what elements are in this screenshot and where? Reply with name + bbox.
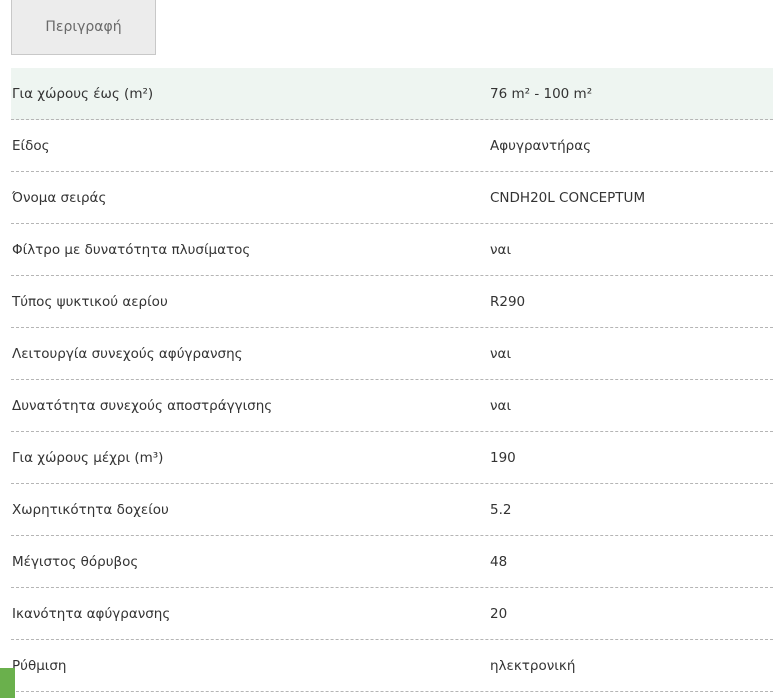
spec-label: Για χώρους έως (m²): [12, 85, 154, 102]
spec-value: ναι: [490, 241, 512, 258]
spec-value: 20: [490, 605, 508, 622]
table-row: Φίλτρο με δυνατότητα πλυσίματος ναι: [11, 224, 773, 276]
spec-value: 48: [490, 553, 508, 570]
table-row: Για χώρους έως (m²) 76 m² - 100 m²: [11, 68, 773, 120]
specifications-table: Για χώρους έως (m²) 76 m² - 100 m² Είδος…: [11, 68, 773, 692]
spec-label: Τύπος ψυκτικού αερίου: [12, 293, 168, 310]
table-row: Για χώρους μέχρι (m³) 190: [11, 432, 773, 484]
table-row: Όνομα σειράς CNDH20L CONCEPTUM: [11, 172, 773, 224]
spec-value: Αφυγραντήρας: [490, 137, 592, 154]
spec-value: ναι: [490, 397, 512, 414]
table-row: Ικανότητα αφύγρανσης 20: [11, 588, 773, 640]
table-row: Είδος Αφυγραντήρας: [11, 120, 773, 172]
spec-label: Λειτουργία συνεχούς αφύγρανσης: [12, 345, 243, 362]
spec-value: 5.2: [490, 501, 512, 518]
spec-label: Χωρητικότητα δοχείου: [12, 501, 169, 518]
spec-label: Φίλτρο με δυνατότητα πλυσίματος: [12, 241, 251, 258]
table-row: Δυνατότητα συνεχούς αποστράγγισης ναι: [11, 380, 773, 432]
table-row: Τύπος ψυκτικού αερίου R290: [11, 276, 773, 328]
spec-label: Δυνατότητα συνεχούς αποστράγγισης: [12, 397, 273, 414]
spec-label: Όνομα σειράς: [12, 189, 107, 206]
product-specs-page: Περιγραφή Για χώρους έως (m²) 76 m² - 10…: [0, 0, 774, 698]
spec-value: CNDH20L CONCEPTUM: [490, 189, 646, 206]
spec-label: Ικανότητα αφύγρανσης: [12, 605, 171, 622]
spec-value: R290: [490, 293, 526, 310]
table-row: Λειτουργία συνεχούς αφύγρανσης ναι: [11, 328, 773, 380]
spec-value: 76 m² - 100 m²: [490, 85, 593, 102]
table-row: Ρύθμιση ηλεκτρονική: [11, 640, 773, 692]
spec-label: Μέγιστος θόρυβος: [12, 553, 139, 570]
spec-label: Είδος: [12, 137, 50, 154]
spec-value: ηλεκτρονική: [490, 657, 576, 674]
spec-value: ναι: [490, 345, 512, 362]
spec-value: 190: [490, 449, 516, 466]
table-row: Μέγιστος θόρυβος 48: [11, 536, 773, 588]
side-accent-tab[interactable]: [0, 668, 15, 698]
spec-label: Για χώρους μέχρι (m³): [12, 449, 164, 466]
table-row: Χωρητικότητα δοχείου 5.2: [11, 484, 773, 536]
spec-label: Ρύθμιση: [12, 657, 67, 674]
tab-description[interactable]: Περιγραφή: [11, 0, 156, 55]
